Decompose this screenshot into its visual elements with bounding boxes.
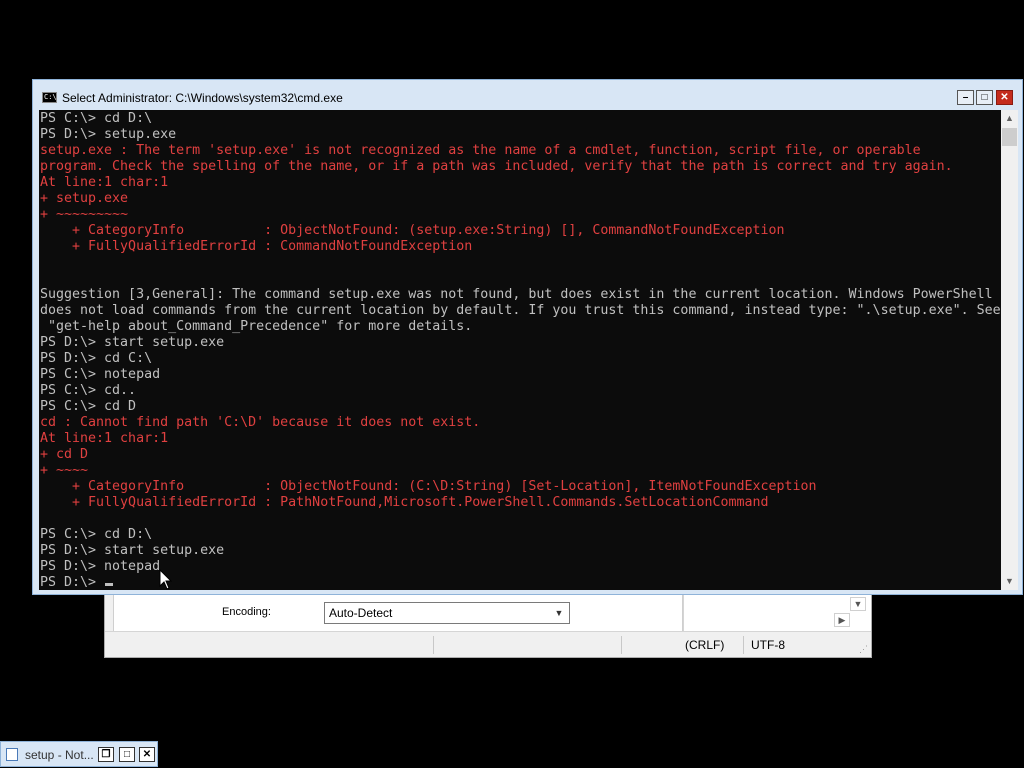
- console-line: PS D:\> setup.exe: [40, 127, 177, 142]
- console-line: PS C:\> cd D:\: [40, 111, 153, 126]
- scroll-up-arrow-icon[interactable]: ▲: [1001, 110, 1018, 127]
- maximize-button[interactable]: □: [976, 90, 993, 105]
- console-line: does not load commands from the current …: [40, 303, 1001, 318]
- console-line: PS C:\> cd..: [40, 383, 137, 398]
- status-encoding: UTF-8: [751, 638, 785, 652]
- console-line: PS D:\> cd C:\: [40, 351, 153, 366]
- notepad-text-area[interactable]: ▼ ▶: [683, 591, 871, 631]
- console-line: "get-help about_Command_Precedence" for …: [40, 319, 473, 334]
- console-line: + CategoryInfo : ObjectNotFound: (setup.…: [40, 223, 785, 238]
- close-button[interactable]: ✕: [139, 747, 155, 762]
- notepad-status-bar: (CRLF) UTF-8 ⋰: [105, 631, 871, 657]
- console-line: Suggestion [3,General]: The command setu…: [40, 287, 993, 302]
- encoding-value: Auto-Detect: [329, 606, 393, 620]
- status-line-ending: (CRLF): [685, 638, 725, 652]
- console-line: setup.exe : The term 'setup.exe' is not …: [40, 143, 921, 158]
- maximize-button[interactable]: □: [119, 747, 135, 762]
- console-app-icon: C:\: [42, 92, 57, 103]
- scroll-right-button[interactable]: ▶: [834, 613, 850, 627]
- console-line: At line:1 char:1: [40, 431, 169, 446]
- chevron-down-icon: ▼: [554, 608, 564, 618]
- text-cursor: [105, 583, 113, 586]
- console-line: PS C:\> cd D: [40, 399, 137, 414]
- console-window[interactable]: C:\ Select Administrator: C:\Windows\sys…: [32, 79, 1023, 595]
- console-output[interactable]: PS C:\> cd D:\ PS D:\> setup.exe setup.exe…: [39, 110, 1001, 590]
- console-line: PS C:\> notepad: [40, 367, 161, 382]
- encoding-label: Encoding:: [222, 606, 271, 618]
- console-line: + ~~~~~~~~~: [40, 207, 129, 222]
- status-grip-icon[interactable]: ⋰: [859, 644, 868, 655]
- notepad-icon: [6, 748, 18, 761]
- scroll-down-button[interactable]: ▼: [850, 597, 866, 611]
- console-titlebar[interactable]: C:\ Select Administrator: C:\Windows\sys…: [33, 80, 1022, 110]
- minimized-notepad-window[interactable]: setup - Not... ❐ □ ✕: [0, 741, 158, 767]
- scroll-down-arrow-icon[interactable]: ▼: [1001, 573, 1018, 590]
- console-line: + cd D: [40, 447, 89, 462]
- background-notepad-window[interactable]: Encoding: Auto-Detect ▼ ⋰ ▼ ▶ (CRLF) UTF…: [104, 590, 872, 658]
- console-line: + FullyQualifiedErrorId : CommandNotFoun…: [40, 239, 473, 254]
- minimized-window-title: setup - Not...: [25, 748, 94, 762]
- minimize-button[interactable]: –: [957, 90, 974, 105]
- console-line: PS D:\> start setup.exe: [40, 335, 225, 350]
- encoding-select[interactable]: Auto-Detect ▼: [324, 602, 570, 624]
- console-scrollbar[interactable]: ▲ ▼: [1001, 110, 1018, 590]
- console-line: + setup.exe: [40, 191, 129, 206]
- console-line: At line:1 char:1: [40, 175, 169, 190]
- console-line: cd : Cannot find path 'C:\D' because it …: [40, 415, 481, 430]
- scrollbar-thumb[interactable]: [1002, 128, 1017, 146]
- window-title: Select Administrator: C:\Windows\system3…: [62, 91, 343, 105]
- console-line: program. Check the spelling of the name,…: [40, 159, 953, 174]
- console-line: PS D:\> start setup.exe: [40, 543, 225, 558]
- console-line: PS D:\>: [40, 575, 97, 590]
- close-button[interactable]: ✕: [996, 90, 1013, 105]
- console-line: PS D:\> notepad: [40, 559, 161, 574]
- console-line: + ~~~~: [40, 463, 89, 478]
- console-line: PS C:\> cd D:\: [40, 527, 153, 542]
- mouse-pointer-icon: [159, 569, 173, 590]
- console-text: PS C:\> cd D:\ PS D:\> setup.exe setup.exe…: [40, 111, 1001, 590]
- console-line: + CategoryInfo : ObjectNotFound: (C:\D:S…: [40, 479, 817, 494]
- restore-button[interactable]: ❐: [98, 747, 114, 762]
- console-line: + FullyQualifiedErrorId : PathNotFound,M…: [40, 495, 769, 510]
